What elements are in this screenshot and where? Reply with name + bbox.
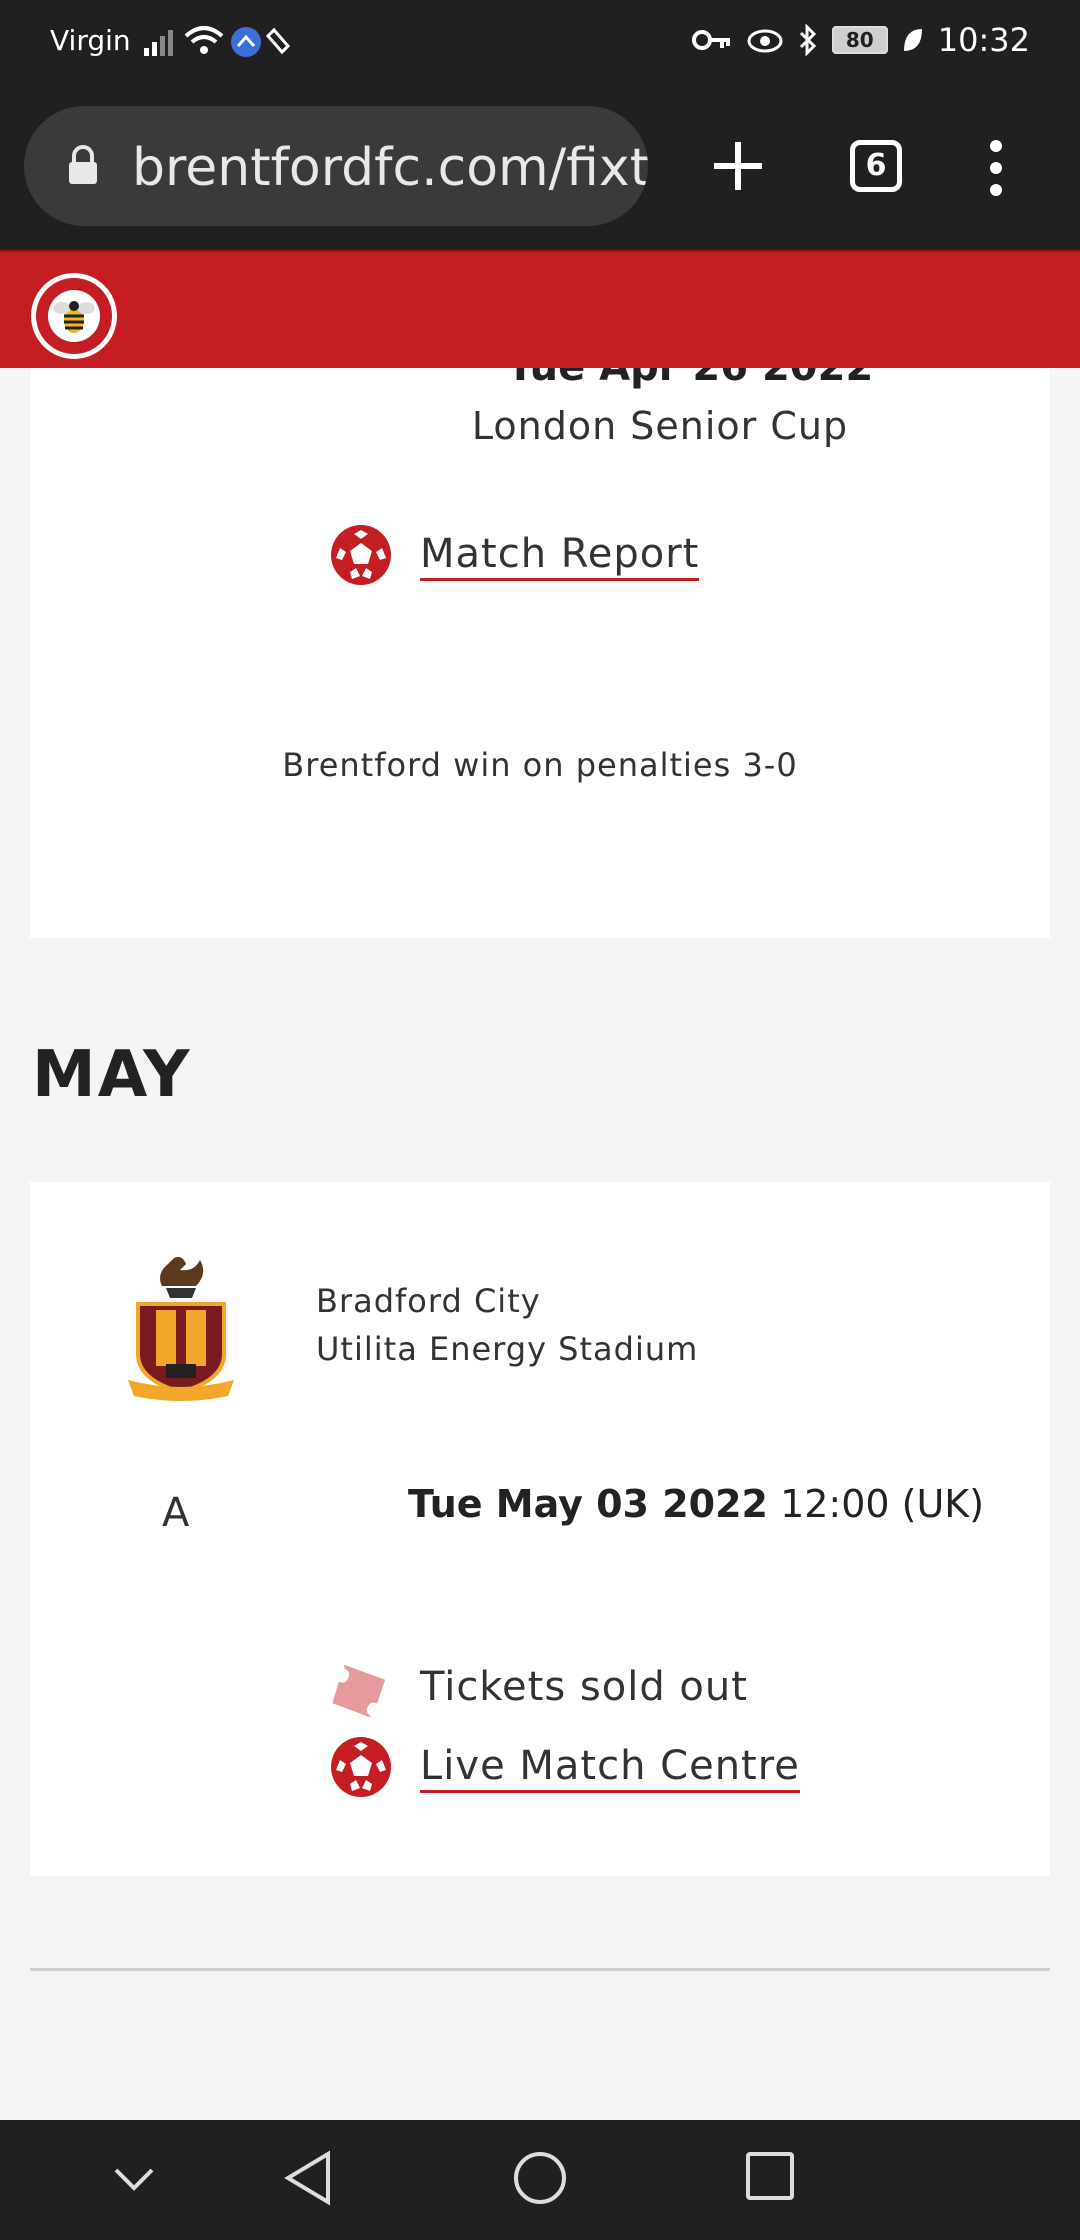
bradford-city-crest	[128, 1256, 234, 1401]
lock-icon	[69, 145, 97, 184]
match-report-row[interactable]: Match Report	[330, 524, 700, 586]
football-icon	[331, 1737, 391, 1797]
kickoff-datetime: Tue May 03 2022 12:00 (UK)	[408, 1482, 984, 1526]
kickoff-time: 12:00 (UK)	[780, 1482, 985, 1526]
result-note: Brentford win on penalties 3-0	[282, 746, 798, 784]
menu-icon[interactable]	[984, 140, 1008, 196]
fixture-card: Bradford City Utilita Energy Stadium A T…	[30, 1182, 1050, 1876]
back-icon[interactable]	[284, 2150, 336, 2206]
competition-name: London Senior Cup	[471, 404, 849, 448]
tabs-icon[interactable]: 6	[850, 140, 902, 192]
recents-icon[interactable]	[744, 2150, 796, 2202]
home-icon[interactable]	[512, 2150, 568, 2206]
tickets-row: Tickets sold out	[330, 1656, 748, 1718]
system-nav-bar	[0, 2120, 1080, 2240]
opponent-name: Bradford City	[316, 1282, 541, 1320]
home-away-indicator: A	[162, 1490, 190, 1536]
browser-toolbar: brentfordfc.com/fixt 6	[0, 84, 1080, 250]
football-icon	[331, 525, 391, 585]
address-bar[interactable]: brentfordfc.com/fixt	[24, 106, 648, 226]
eye-icon	[747, 29, 783, 53]
fixture-date: Tue May 03 2022	[408, 1482, 768, 1526]
leaf-icon	[903, 29, 922, 51]
month-heading: MAY	[32, 1038, 192, 1112]
live-match-centre-row[interactable]: Live Match Centre	[330, 1736, 800, 1798]
brentford-logo[interactable]	[30, 272, 118, 360]
fixtures-list: Tue Apr 26 2022 London Senior Cup Match …	[0, 368, 1080, 2120]
fixture-date: Tue Apr 26 2022	[30, 368, 1080, 390]
url-text: brentfordfc.com/fixt	[132, 138, 648, 198]
fixture-card: Tue Apr 26 2022 London Senior Cup Match …	[30, 368, 1050, 938]
bluetooth-icon	[799, 24, 816, 56]
match-report-link[interactable]: Match Report	[420, 530, 700, 581]
ticket-icon	[332, 1664, 386, 1718]
venue-name: Utilita Energy Stadium	[316, 1330, 699, 1368]
plus-icon[interactable]	[706, 134, 770, 198]
signal-wifi-icons	[144, 26, 291, 57]
chevron-down-icon[interactable]	[112, 2164, 156, 2194]
live-match-centre-link[interactable]: Live Match Centre	[420, 1742, 800, 1793]
tickets-status: Tickets sold out	[420, 1664, 748, 1710]
status-bar: Virgin 80 10:32	[0, 0, 1080, 84]
clock: 10:32	[937, 21, 1030, 59]
site-header	[0, 250, 1080, 368]
divider	[30, 1968, 1050, 1971]
carrier-label: Virgin	[50, 24, 131, 57]
key-icon	[691, 30, 730, 50]
battery-indicator: 80	[831, 26, 888, 54]
